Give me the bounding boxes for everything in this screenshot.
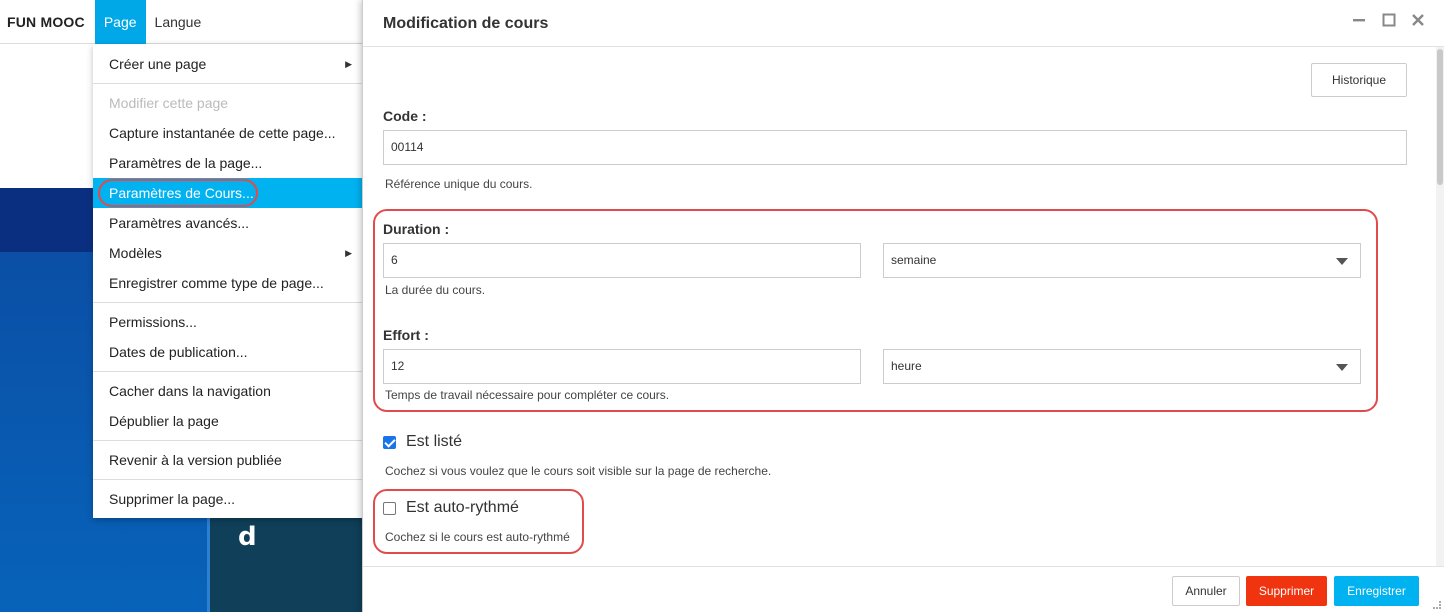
menu-item-unpublish[interactable]: Dépublier la page [93, 406, 362, 436]
chevron-right-icon: ▶ [345, 59, 352, 69]
save-button[interactable]: Enregistrer [1334, 576, 1419, 606]
code-label: Code : [383, 108, 427, 124]
is-listed-label[interactable]: Est listé [406, 433, 462, 451]
maximize-icon[interactable] [1379, 12, 1399, 34]
history-button[interactable]: Historique [1311, 63, 1407, 97]
code-input[interactable]: 00114 [383, 130, 1407, 165]
cms-toolbar: FUN MOOC Page Langue [0, 0, 362, 44]
course-edit-modal: Modification de cours Historique Code : … [362, 0, 1444, 612]
is-self-paced-help-text: Cochez si le cours est auto-rythmé [385, 530, 570, 544]
effort-unit-select[interactable]: heure [883, 349, 1361, 384]
menu-divider [93, 371, 362, 372]
resize-handle-icon[interactable] [1433, 601, 1441, 609]
menu-item-create-page[interactable]: Créer une page ▶ [93, 49, 362, 79]
code-help-text: Référence unique du cours. [385, 177, 533, 191]
is-self-paced-row: Est auto-rythmé [383, 499, 519, 517]
menu-item-delete-page[interactable]: Supprimer la page... [93, 484, 362, 514]
menu-item-revert[interactable]: Revenir à la version publiée [93, 445, 362, 475]
modal-scrollbar[interactable] [1436, 47, 1444, 566]
menu-item-templates[interactable]: Modèles ▶ [93, 238, 362, 268]
toolbar-language-menu[interactable]: Langue [146, 0, 211, 44]
minimize-icon[interactable] [1349, 12, 1369, 34]
menu-item-publication-dates[interactable]: Dates de publication... [93, 337, 362, 367]
menu-divider [93, 479, 362, 480]
is-self-paced-checkbox[interactable] [383, 501, 396, 515]
menu-item-permissions[interactable]: Permissions... [93, 307, 362, 337]
menu-item-hide-in-navigation[interactable]: Cacher dans la navigation [93, 376, 362, 406]
modal-header: Modification de cours [363, 0, 1444, 47]
is-listed-row: Est listé [383, 433, 462, 451]
menu-item-label: Créer une page [109, 56, 207, 72]
effort-unit-value: heure [891, 359, 922, 373]
effort-help-text: Temps de travail nécessaire pour complét… [385, 388, 670, 402]
duration-help-text: La durée du cours. [385, 283, 486, 297]
menu-item-edit-page: Modifier cette page [109, 95, 229, 111]
menu-divider [93, 440, 362, 441]
scrollbar-thumb[interactable] [1437, 49, 1443, 185]
delete-button[interactable]: Supprimer [1246, 576, 1327, 606]
menu-item-course-settings[interactable]: Paramètres de Cours... [93, 178, 362, 208]
modal-title: Modification de cours [383, 15, 549, 32]
close-icon[interactable] [1408, 12, 1428, 34]
duration-input[interactable]: 6 [383, 243, 861, 278]
highlight-annotation [98, 179, 258, 207]
cancel-button[interactable]: Annuler [1172, 576, 1240, 606]
duration-unit-value: semaine [891, 253, 937, 267]
chevron-right-icon: ▶ [345, 248, 352, 258]
is-self-paced-label[interactable]: Est auto-rythmé [406, 499, 519, 517]
duration-unit-select[interactable]: semaine [883, 243, 1361, 278]
brand-logo[interactable]: FUN MOOC [0, 14, 95, 30]
menu-item-label: Modèles [109, 245, 162, 261]
menu-item-save-as-page-type[interactable]: Enregistrer comme type de page... [93, 268, 362, 298]
menu-item-snapshot[interactable]: Capture instantanée de cette page... [93, 118, 362, 148]
is-listed-checkbox[interactable] [383, 435, 396, 449]
is-listed-help-text: Cochez si vous voulez que le cours soit … [385, 464, 772, 478]
page-hero-letter: d [238, 522, 257, 552]
effort-input[interactable]: 12 [383, 349, 861, 384]
toolbar-page-menu[interactable]: Page [94, 0, 146, 44]
modal-footer: Annuler Supprimer Enregistrer [363, 566, 1444, 612]
menu-item-page-settings[interactable]: Paramètres de la page... [93, 148, 362, 178]
caret-down-icon [1336, 364, 1348, 371]
menu-divider [93, 83, 362, 84]
menu-item-advanced-settings[interactable]: Paramètres avancés... [93, 208, 362, 238]
caret-down-icon [1336, 258, 1348, 265]
page-dropdown-menu: Créer une page ▶ Modifier cette page Cap… [93, 44, 362, 518]
menu-divider [93, 302, 362, 303]
effort-label: Effort : [383, 327, 429, 343]
duration-label: Duration : [383, 221, 450, 237]
